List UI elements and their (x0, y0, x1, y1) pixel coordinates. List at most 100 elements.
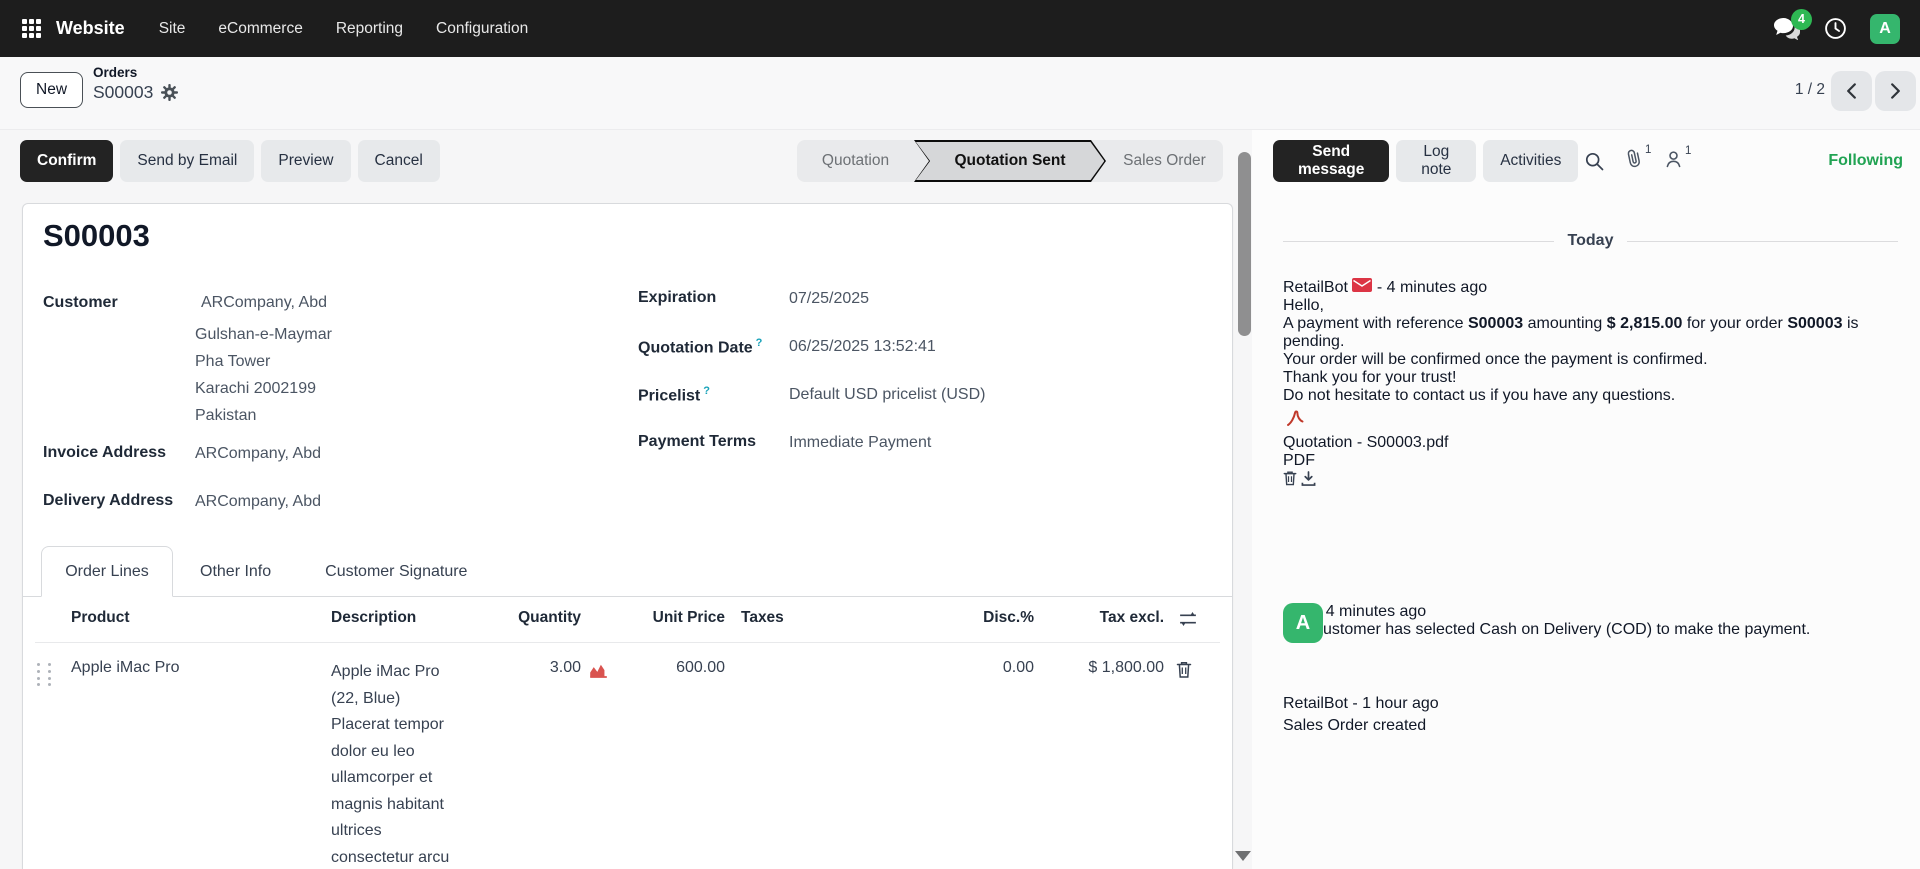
tabs-divider (23, 596, 1232, 597)
message-count-badge: 4 (1791, 9, 1812, 30)
invoice-address-value[interactable]: ARCompany, Abd (195, 445, 321, 463)
message-abd-cod: A Abd - 4 minutes ago The customer has s… (1283, 603, 1902, 639)
message-retailbot-created: RetailBot - 1 hour ago Sales Order creat… (1283, 695, 1902, 735)
tab-other-info[interactable]: Other Info (173, 563, 298, 581)
delivery-address-value[interactable]: ARCompany, Abd (195, 493, 321, 511)
message-time: - 1 hour ago (1352, 695, 1438, 712)
payment-terms-label: Payment Terms (638, 433, 756, 451)
col-header-product: Product (71, 609, 130, 627)
col-header-unit-price: Unit Price (625, 609, 725, 627)
pager-next-button[interactable] (1875, 71, 1916, 111)
user-avatar[interactable]: A (1870, 14, 1900, 44)
confirm-button[interactable]: Confirm (20, 140, 113, 182)
scrollbar-thumb[interactable] (1238, 152, 1251, 336)
message-time: - 4 minutes ago (1316, 603, 1426, 620)
notebook-tabs: Order Lines Other Info Customer Signatur… (41, 546, 494, 597)
date-divider: Today (1283, 232, 1898, 250)
chatter-feed: Today RetailBot - 4 minutes ago Hello, (1256, 130, 1920, 869)
cell-disc[interactable]: 0.00 (934, 659, 1034, 677)
status-step-quotation-sent[interactable]: Quotation Sent (914, 140, 1106, 182)
breadcrumb-current: S00003 (93, 82, 153, 103)
message-payment-text: A payment with reference S00003 amountin… (1283, 315, 1902, 369)
cell-description[interactable]: Apple iMac Pro (22, Blue) Placerat tempo… (331, 659, 449, 869)
col-header-quantity: Quantity (461, 609, 581, 627)
order-title: S00003 (43, 218, 150, 254)
message-time: - 4 minutes ago (1377, 279, 1487, 296)
nav-menu-reporting[interactable]: Reporting (336, 20, 403, 38)
message-thanks-text: Thank you for your trust! Do not hesitat… (1283, 369, 1902, 405)
pricelist-label: Pricelist? (638, 385, 710, 405)
activity-clock-icon[interactable] (1824, 17, 1847, 40)
message-created-text: Sales Order created (1283, 717, 1902, 735)
retailbot-avatar (1283, 695, 1323, 735)
gear-icon[interactable] (161, 84, 178, 101)
screen: Website Site eCommerce Reporting Configu… (0, 0, 1920, 869)
message-retailbot-payment: RetailBot - 4 minutes ago Hello, A payme… (1283, 278, 1902, 491)
apps-grid-icon[interactable] (22, 19, 41, 38)
message-greeting: Hello, (1283, 297, 1902, 315)
send-by-email-button[interactable]: Send by Email (120, 140, 254, 182)
invoice-address-label: Invoice Address (43, 444, 166, 462)
forecast-chart-icon[interactable] (589, 661, 608, 678)
nav-menu-ecommerce[interactable]: eCommerce (218, 20, 302, 38)
chevron-left-icon (1846, 83, 1857, 99)
top-navbar: Website Site eCommerce Reporting Configu… (0, 0, 1920, 57)
cell-quantity[interactable]: 3.00 (461, 659, 581, 677)
expiration-label: Expiration (638, 289, 716, 307)
help-marker: ? (703, 385, 710, 397)
quotation-date-value[interactable]: 06/25/2025 13:52:41 (789, 338, 936, 356)
breadcrumb-parent-orders[interactable]: Orders (93, 65, 178, 80)
attachment-download-icon[interactable] (1301, 471, 1316, 486)
nav-app-website[interactable]: Website (56, 18, 125, 39)
breadcrumb: Orders S00003 (93, 65, 178, 103)
pdf-file-icon (1283, 405, 1902, 434)
delivery-address-label: Delivery Address (43, 492, 173, 510)
cell-unit-price[interactable]: 600.00 (625, 659, 725, 677)
attachment-delete-icon[interactable] (1283, 470, 1297, 486)
nav-menu-site[interactable]: Site (159, 20, 186, 38)
customer-address: Gulshan-e-Maymar Pha Tower Karachi 20021… (195, 321, 332, 429)
attachment-name[interactable]: Quotation - S00003.pdf (1283, 434, 1902, 452)
expiration-value[interactable]: 07/25/2025 (789, 290, 869, 308)
new-button[interactable]: New (20, 72, 83, 108)
email-envelope-icon (1352, 278, 1372, 292)
customer-label: Customer (43, 294, 118, 312)
quotation-date-label: Quotation Date? (638, 337, 762, 357)
table-header-divider (35, 642, 1220, 643)
payment-terms-value[interactable]: Immediate Payment (789, 434, 931, 452)
date-divider-label: Today (1568, 232, 1614, 250)
help-marker: ? (756, 337, 763, 349)
col-header-taxes: Taxes (741, 609, 784, 627)
tab-order-lines[interactable]: Order Lines (41, 546, 173, 597)
messages-icon[interactable]: 4 (1773, 17, 1801, 41)
customer-value[interactable]: ARCompany, Abd (201, 294, 327, 312)
breadcrumb-bar: New Orders S00003 1 / 2 (0, 57, 1920, 130)
form-action-buttons: Confirm Send by Email Preview Cancel (20, 140, 440, 182)
retailbot-avatar (1283, 278, 1323, 318)
preview-button[interactable]: Preview (261, 140, 350, 182)
col-header-description: Description (331, 609, 416, 627)
status-step-quotation[interactable]: Quotation (797, 140, 914, 182)
cancel-button[interactable]: Cancel (358, 140, 440, 182)
abd-avatar: A (1283, 603, 1323, 643)
message-cod-text: The customer has selected Cash on Delive… (1283, 621, 1902, 639)
attachment-card[interactable]: Quotation - S00003.pdf PDF (1283, 405, 1902, 491)
cell-product[interactable]: Apple iMac Pro (71, 659, 180, 677)
cell-tax-excl[interactable]: $ 1,800.00 (1044, 659, 1164, 677)
pager-indicator: 1 / 2 (1795, 81, 1825, 99)
nav-menu-configuration[interactable]: Configuration (436, 20, 528, 38)
pager-prev-button[interactable] (1831, 71, 1872, 111)
attachment-type: PDF (1283, 452, 1902, 470)
col-header-disc: Disc.% (934, 609, 1034, 627)
col-header-tax-excl: Tax excl. (1044, 609, 1164, 627)
column-options-icon[interactable] (1179, 610, 1197, 628)
form-sheet: S00003 Customer ARCompany, Abd Gulshan-e… (22, 203, 1233, 869)
status-pipeline: Quotation Quotation Sent Sales Order (797, 140, 1223, 182)
delete-row-trash-icon[interactable] (1176, 660, 1192, 679)
scroll-down-arrow[interactable] (1235, 851, 1251, 861)
pricelist-value[interactable]: Default USD pricelist (USD) (789, 386, 985, 404)
row-drag-handle[interactable] (37, 663, 53, 687)
status-step-sales-order[interactable]: Sales Order (1106, 140, 1223, 182)
tab-customer-signature[interactable]: Customer Signature (298, 563, 494, 581)
chevron-right-icon (1890, 83, 1901, 99)
